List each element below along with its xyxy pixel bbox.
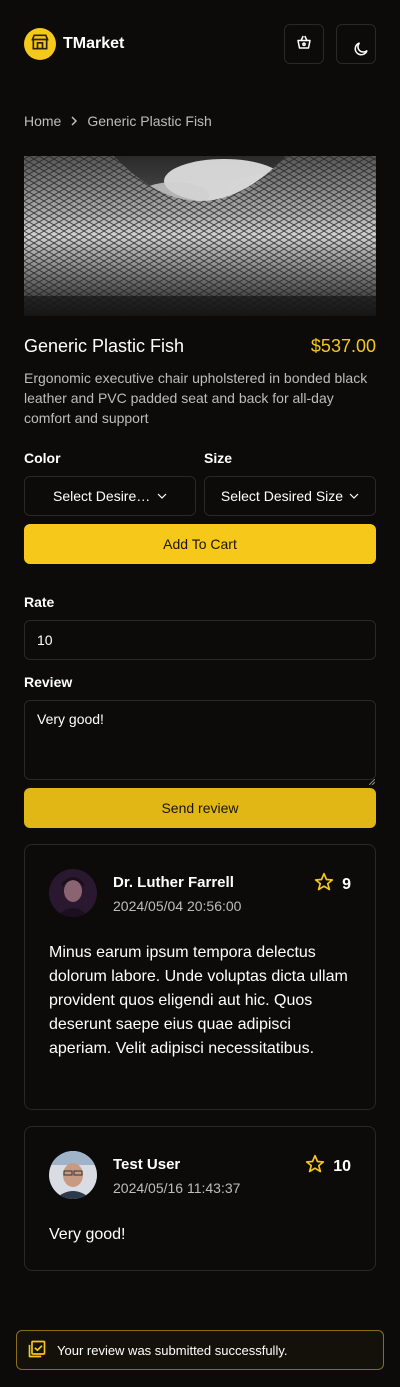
- star-icon: [305, 1154, 325, 1179]
- basket-icon: [295, 33, 313, 56]
- brand-name[interactable]: TMarket: [63, 35, 124, 53]
- breadcrumb: Home Generic Plastic Fish: [24, 113, 212, 129]
- avatar: [49, 869, 97, 917]
- product-price: $537.00: [310, 336, 376, 356]
- breadcrumb-current: Generic Plastic Fish: [87, 113, 212, 129]
- size-label: Size: [204, 450, 233, 466]
- review-date: 2024/05/16 11:43:37: [113, 1180, 241, 1196]
- review-textarea[interactable]: Very good!: [24, 700, 376, 780]
- rate-label: Rate: [24, 594, 55, 610]
- review-date: 2024/05/04 20:56:00: [113, 898, 242, 914]
- review-body: Minus earum ipsum tempora delectus dolor…: [49, 944, 348, 1057]
- review-rating: 9: [314, 872, 351, 897]
- chevron-down-icon: [157, 488, 167, 504]
- review-rating-value: 9: [342, 875, 351, 893]
- product-description: Ergonomic executive chair upholstered in…: [24, 370, 368, 426]
- chevron-right-icon: [69, 114, 79, 129]
- review-card: Dr. Luther Farrell 2024/05/04 20:56:00 9…: [24, 844, 376, 1110]
- star-icon: [314, 872, 334, 897]
- rate-input[interactable]: 10: [24, 620, 376, 660]
- size-select[interactable]: Select Desired Size: [204, 476, 376, 516]
- add-to-cart-button[interactable]: Add To Cart: [24, 524, 376, 564]
- review-card: Test User 2024/05/16 11:43:37 10 Very go…: [24, 1126, 376, 1271]
- send-review-button[interactable]: Send review: [24, 788, 376, 828]
- product-name: Generic Plastic Fish: [24, 336, 185, 356]
- color-select-value: Select Desired Color: [53, 488, 151, 504]
- checklist-icon: [27, 1339, 47, 1362]
- breadcrumb-home[interactable]: Home: [24, 113, 61, 129]
- chevron-down-icon: [349, 488, 359, 504]
- logo[interactable]: [24, 28, 56, 60]
- size-select-value: Select Desired Size: [220, 488, 344, 504]
- shop-icon: [30, 32, 50, 57]
- toast-message: Your review was submitted successfully.: [57, 1342, 288, 1358]
- review-body: Very good!: [49, 1226, 126, 1243]
- cart-button[interactable]: [284, 24, 324, 64]
- color-label: Color: [24, 450, 61, 466]
- reviewer-name: Test User: [113, 1156, 181, 1173]
- moon-icon: [352, 40, 370, 63]
- success-toast[interactable]: Your review was submitted successfully.: [16, 1330, 384, 1370]
- product-image: [24, 156, 376, 316]
- theme-toggle-button[interactable]: [336, 24, 376, 64]
- reviewer-name: Dr. Luther Farrell: [113, 874, 234, 891]
- review-label: Review: [24, 674, 73, 690]
- review-rating-value: 10: [333, 1157, 351, 1175]
- review-rating: 10: [305, 1154, 351, 1179]
- color-select[interactable]: Select Desired Color: [24, 476, 196, 516]
- avatar: [49, 1151, 97, 1199]
